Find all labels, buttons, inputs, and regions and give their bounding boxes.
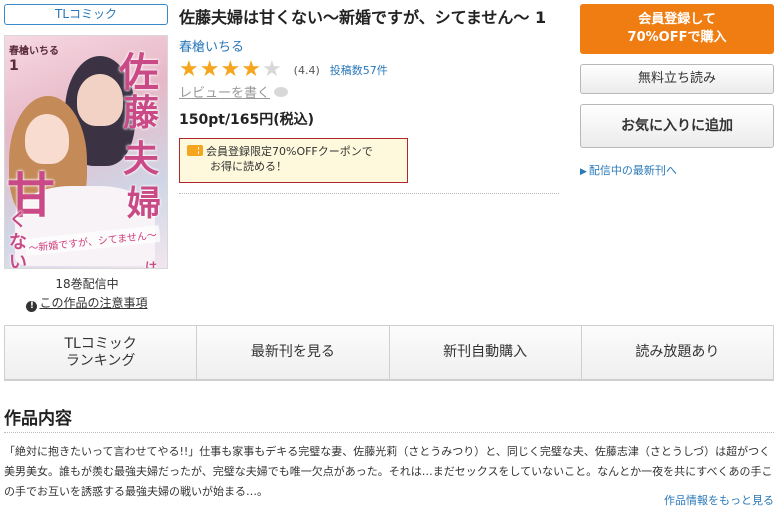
member-button-line1: 会員登録して (638, 12, 716, 27)
book-info: 佐藤夫婦は甘くない～新婚ですが、シてません～ 1 春槍いちる ★ ★ ★ ★ ★… (179, 6, 559, 194)
coupon-banner[interactable]: 会員登録限定70%OFFクーポンで お得に読める！ (179, 138, 408, 183)
tab-tl-ranking[interactable]: TLコミック ランキング (5, 326, 198, 379)
author-link[interactable]: 春槍いちる (179, 36, 244, 55)
more-info-link[interactable]: 作品情報をもっと見る (664, 492, 774, 508)
divider (179, 193, 559, 194)
star-filled-icon: ★ (179, 57, 199, 82)
star-filled-icon: ★ (241, 57, 261, 82)
tab-label: 新刊自動購入 (443, 344, 528, 360)
synopsis-text: 「絶対に抱きたいって言わせてやる!!」仕事も家事もデキる完璧な妻、佐藤光莉（さと… (4, 445, 773, 498)
star-filled-icon: ★ (199, 57, 220, 82)
tab-label: TLコミック (64, 335, 137, 352)
volume-count: 18巻配信中 (55, 277, 119, 291)
book-cover-image[interactable]: 春槍いちる 1 佐 藤 夫 婦 甘 く な い は ～新婚ですが、シてません～ (4, 35, 168, 269)
free-trial-button[interactable]: 無料立ち読み (580, 64, 774, 94)
star-empty-icon: ★ (261, 57, 282, 82)
tab-latest-volume[interactable]: 最新刊を見る (197, 326, 390, 379)
coupon-line2: お得に読める！ (210, 160, 287, 173)
tab-label: ランキング (65, 352, 136, 369)
info-icon: ! (26, 301, 38, 312)
comment-bubble-icon (274, 86, 289, 97)
latest-volume-label: 配信中の最新刊へ (588, 164, 677, 177)
cover-title-char: は (145, 260, 158, 269)
purchase-actions: 会員登録して 70%OFFで購入 無料立ち読み お気に入りに追加 ▶ 配信中の最新… (580, 4, 774, 178)
star-rating: ★ ★ ★ ★ ★ (179, 59, 282, 81)
section-divider (4, 432, 774, 433)
review-count-link[interactable]: 投稿数57件 (330, 62, 388, 78)
tab-label: 読み放題あり (635, 344, 720, 360)
book-cover-column: TLコミック 春槍いちる 1 佐 藤 夫 婦 甘 く な い は ～新婚ですが、… (4, 4, 170, 312)
cover-author-text: 春槍いちる (9, 46, 59, 57)
tab-bar: TLコミック ランキング 最新刊を見る 新刊自動購入 読み放題あり (4, 325, 774, 381)
add-favorite-button[interactable]: お気に入りに追加 (580, 104, 774, 148)
write-review-link[interactable]: レビューを書く (179, 82, 270, 101)
tab-auto-purchase[interactable]: 新刊自動購入 (389, 326, 582, 379)
coupon-icon (187, 145, 203, 156)
rating-value: (4.4) (293, 63, 320, 77)
section-title: 作品内容 (4, 409, 72, 429)
price: 150pt/165円(税込) (179, 112, 315, 128)
cover-title-char: い (9, 252, 27, 269)
book-title: 佐藤夫婦は甘くない～新婚ですが、シてません～ 1 (179, 8, 547, 27)
cover-title-char: 夫 (123, 138, 160, 180)
cover-volume-number: 1 (9, 58, 19, 74)
member-button-line2: 70%OFFで購入 (627, 30, 727, 45)
cover-figure-man-face (77, 74, 123, 126)
cover-title-char: 藤 (123, 92, 160, 134)
rating-row: ★ ★ ★ ★ ★ (4.4) 投稿数57件 (179, 59, 559, 81)
tab-unlimited-reading[interactable]: 読み放題あり (581, 326, 773, 379)
category-badge[interactable]: TLコミック (4, 4, 168, 25)
notice-link[interactable]: ! この作品の注意事項 (4, 294, 170, 312)
cover-title-char: 婦 (127, 184, 161, 224)
triangle-right-icon: ▶ (580, 167, 587, 177)
latest-volume-link[interactable]: ▶ 配信中の最新刊へ (580, 162, 774, 178)
notice-label: この作品の注意事項 (39, 296, 148, 310)
member-purchase-button[interactable]: 会員登録して 70%OFFで購入 (580, 4, 774, 54)
tab-label: 最新刊を見る (250, 344, 335, 360)
star-filled-icon: ★ (220, 57, 241, 82)
coupon-line1: 会員登録限定70%OFFクーポンで (206, 145, 373, 158)
write-review-row: レビューを書く (179, 82, 559, 101)
